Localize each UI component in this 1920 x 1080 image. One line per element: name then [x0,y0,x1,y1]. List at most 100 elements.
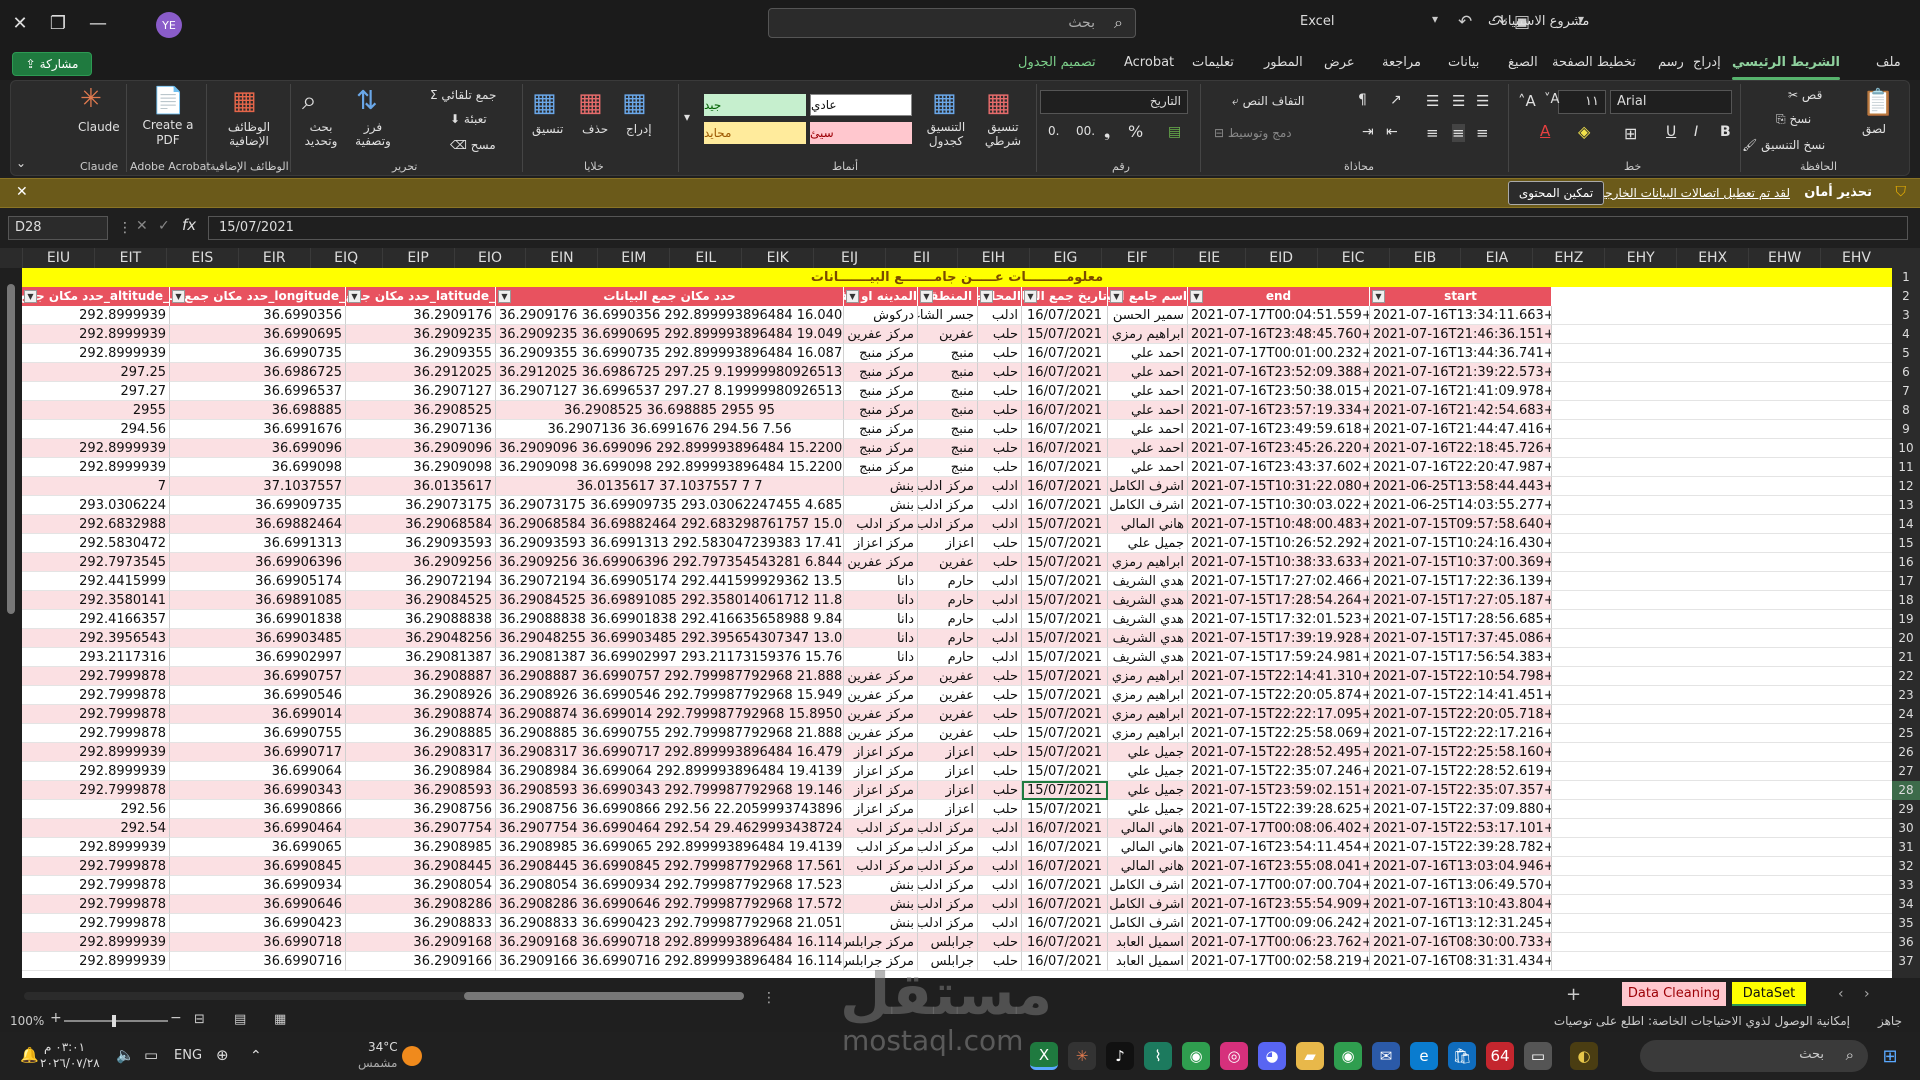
style-neutral[interactable]: محايد [704,122,806,144]
column-header[interactable]: EIB [1388,248,1461,268]
shrink-font-icon[interactable]: A˅ [1544,92,1559,107]
empty-cells[interactable] [1552,724,1892,743]
row-header[interactable]: 28 [1892,781,1920,800]
table-cell[interactable]: 36.29093593 [346,534,496,553]
insert-function-icon[interactable]: fx [182,216,196,234]
table-cell[interactable]: 36.6986725 [170,363,346,382]
table-cell[interactable]: 36.2908885 [346,724,496,743]
table-cell[interactable]: مركز جرابلس [844,933,918,952]
table-cell[interactable]: حارم [918,572,978,591]
table-cell[interactable]: 16/07/2021 [1022,420,1108,439]
wrap-text-button[interactable]: التفاف النص ⤶ [1232,94,1304,109]
table-cell[interactable]: منبج [918,382,978,401]
font-name-select[interactable]: Arial [1610,90,1732,114]
table-cell[interactable]: ادلب [978,895,1022,914]
table-cell[interactable]: 15/07/2021 [1022,667,1108,686]
table-cell[interactable]: احمد علي [1108,439,1188,458]
table-cell[interactable]: 36.69891085 [170,591,346,610]
table-cell[interactable]: 36.2909168 36.6990718 292.899993896484 1… [496,933,844,952]
undo-icon[interactable]: ↶ [1458,12,1472,32]
empty-cells[interactable] [1552,876,1892,895]
table-cell[interactable]: مركز منبج [844,363,918,382]
tab-acrobat[interactable]: Acrobat [1124,55,1174,70]
table-cell[interactable]: 2021-07-15T10:48:00.483+03:00 [1188,515,1370,534]
decrease-indent-icon[interactable]: ⇤ [1386,124,1398,140]
table-cell[interactable]: 36.2907127 36.6996537 297.27 8.199999809… [496,382,844,401]
table-cell[interactable]: مركز منبج [844,382,918,401]
format-cells-icon[interactable]: ▦ [532,88,557,118]
table-cell[interactable]: 16/07/2021 [1022,344,1108,363]
table-cell[interactable]: مركز اعزاز [844,762,918,781]
bold-icon[interactable]: B [1720,124,1731,140]
column-header[interactable]: EIR [237,248,310,268]
row-header[interactable]: 11 [1892,458,1920,477]
row-header[interactable]: 35 [1892,914,1920,933]
filter-dropdown-icon[interactable]: ▼ [1372,290,1385,303]
table-cell[interactable]: اعزاز [918,534,978,553]
table-cell[interactable]: 2955 [22,401,170,420]
table-cell[interactable]: 36.2908984 36.699064 292.899993896484 19… [496,762,844,781]
row-header[interactable]: 31 [1892,838,1920,857]
close-icon[interactable]: ✕ [16,184,28,200]
table-cell[interactable]: ادلب [978,477,1022,496]
table-cell[interactable]: احمد علي [1108,363,1188,382]
table-cell[interactable]: 36.6990717 [170,743,346,762]
table-cell[interactable]: 36.29081387 36.69902997 293.21173159376 … [496,648,844,667]
table-cell[interactable]: 16/07/2021 [1022,857,1108,876]
table-cell[interactable]: 36.2909168 [346,933,496,952]
table-cell[interactable]: 36.29088838 36.69901838 292.416635658988… [496,610,844,629]
table-cell[interactable]: هدي الشريف [1108,648,1188,667]
table-cell[interactable]: 36.29068584 [346,515,496,534]
claude-button[interactable]: Claude [78,120,120,134]
empty-cells[interactable] [1552,705,1892,724]
row-header[interactable]: 4 [1892,325,1920,344]
table-cell[interactable]: 2021-07-17T00:08:06.402+03:00 [1188,819,1370,838]
horizontal-scrollbar[interactable] [24,992,744,1000]
table-cell[interactable]: 36.699014 [170,705,346,724]
table-cell[interactable]: 292.8999939 [22,762,170,781]
table-cell[interactable]: 2021-07-15T23:59:02.151+03:00 [1188,781,1370,800]
table-cell[interactable]: 292.5830472 [22,534,170,553]
column-header[interactable]: EIL [669,248,741,268]
table-cell[interactable]: 2021-07-16T13:34:11.663+03:00 [1370,306,1552,325]
table-cell[interactable]: 36.2909166 36.6990716 292.899993896484 1… [496,952,844,971]
table-cell[interactable]: 292.7999878 [22,781,170,800]
table-cell[interactable]: مركز عفرين [844,686,918,705]
table-cell[interactable]: 36.6991676 [170,420,346,439]
table-cell[interactable]: 36.6990343 [170,781,346,800]
table-cell[interactable]: ابراهيم رمزي [1108,553,1188,572]
table-cell[interactable]: هاني المالي [1108,838,1188,857]
volume-icon[interactable]: 🔈 [116,1046,135,1064]
table-cell[interactable]: 36.2908885 36.6990755 292.799987792968 2… [496,724,844,743]
table-cell[interactable]: 36.2909098 [346,458,496,477]
table-cell[interactable]: 36.699064 [170,762,346,781]
font-size-select[interactable]: ١١ [1558,90,1606,114]
prev-sheet-icon[interactable]: ‹ [1838,986,1844,1002]
table-header[interactable]: _latitude_حدد مكان جمع البيانات▼ [346,287,496,306]
chevron-up-icon[interactable]: ⌃ [250,1048,262,1064]
browser-icon[interactable]: ◉ [1182,1042,1210,1070]
table-cell[interactable]: 2021-07-16T23:45:26.220+03:00 [1188,439,1370,458]
filter-dropdown-icon[interactable]: ▼ [498,290,511,303]
table-cell[interactable]: عفرين [918,553,978,572]
table-cell[interactable]: 2021-07-15T22:25:58.069+03:00 [1188,724,1370,743]
table-cell[interactable]: ادلب [978,610,1022,629]
table-cell[interactable]: مركز اعزاز [844,743,918,762]
table-cell[interactable]: 36.6990646 [170,895,346,914]
create-pdf-button[interactable]: Create a PDF [140,118,196,148]
table-cell[interactable]: 2021-07-16T23:48:45.760+03:00 [1188,325,1370,344]
fill-button[interactable]: تعبئة ⬇ [450,112,487,126]
file-manager-icon[interactable]: ▭ [1524,1042,1552,1070]
vertical-scrollbar[interactable] [0,268,22,978]
conditional-format-button[interactable]: تنسيق شرطي [978,120,1028,148]
filter-dropdown-icon[interactable]: ▼ [920,290,933,303]
table-cell[interactable]: 2021-07-15T17:37:45.086+03:00 [1370,629,1552,648]
restore-window-button[interactable]: ❐ [38,0,78,46]
language-label[interactable]: ENG [174,1048,202,1063]
table-cell[interactable]: احمد علي [1108,344,1188,363]
style-normal[interactable]: عادي [810,94,912,116]
discord-icon[interactable]: ◕ [1258,1042,1286,1070]
table-cell[interactable]: مركز منبج [844,401,918,420]
table-cell[interactable]: مركز اعزاز [844,781,918,800]
table-cell[interactable]: 36.2908525 [346,401,496,420]
